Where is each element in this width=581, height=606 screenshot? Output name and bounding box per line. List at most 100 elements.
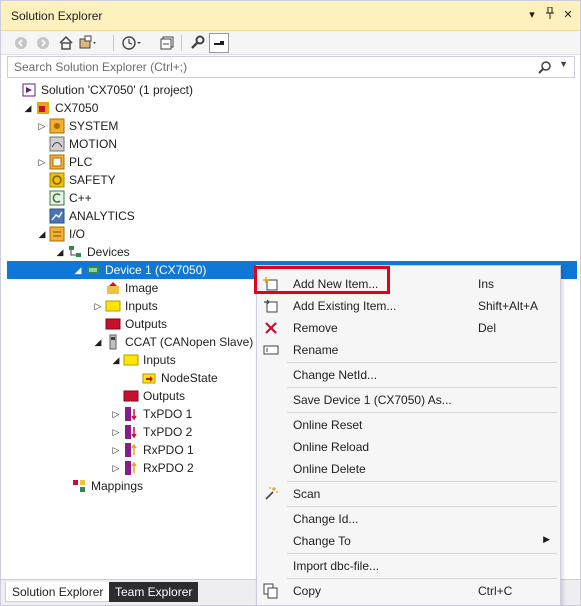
mappings-icon <box>71 478 87 494</box>
context-menu: Add New Item... Ins Add Existing Item...… <box>256 265 561 606</box>
highlight-box <box>254 266 390 294</box>
toolbar <box>1 31 580 55</box>
tree-node-rxpdo-2[interactable]: ▷ RxPDO 2 <box>109 459 194 477</box>
device-icon <box>85 262 101 278</box>
collapsed-arrow-icon[interactable]: ▷ <box>35 117 49 135</box>
tree-node-cpp[interactable]: C++ <box>35 189 92 207</box>
tree-node-safety[interactable]: SAFETY <box>35 171 116 189</box>
tree-node-label: Device 1 (CX7050) <box>105 263 207 277</box>
tree-node-outputs[interactable]: Outputs <box>91 315 167 333</box>
menu-item-change-id[interactable]: Change Id... <box>257 508 560 530</box>
collapsed-arrow-icon[interactable]: ▷ <box>109 423 123 441</box>
tree-node-label: Inputs <box>143 353 176 367</box>
menu-item-label: Change Id... <box>293 512 359 526</box>
tree-node-system[interactable]: ▷ SYSTEM <box>35 117 118 135</box>
history-icon[interactable] <box>121 33 141 53</box>
tree-node-label: Image <box>125 281 159 295</box>
collapsed-arrow-icon[interactable]: ▷ <box>109 459 123 477</box>
rxpdo-icon <box>123 442 139 458</box>
menu-item-save-device-as[interactable]: Save Device 1 (CX7050) As... <box>257 389 560 411</box>
tree-node-plc[interactable]: ▷ PLC <box>35 153 92 171</box>
menu-item-shortcut: Shift+Alt+A <box>478 299 539 313</box>
properties-icon[interactable] <box>187 33 207 53</box>
menu-item-import-dbc-file[interactable]: Import dbc-file... <box>257 555 560 577</box>
cpp-icon <box>49 190 65 206</box>
tab-team-explorer[interactable]: Team Explorer <box>109 582 199 602</box>
tab-solution-explorer[interactable]: Solution Explorer <box>5 582 111 602</box>
copy-icon <box>263 583 279 599</box>
tree-node-label: C++ <box>69 191 92 205</box>
menu-item-add-existing-item[interactable]: Add Existing Item... Shift+Alt+A <box>257 295 560 317</box>
tree-node-ccat[interactable]: ◢ CCAT (CANopen Slave) <box>91 333 253 351</box>
system-icon <box>49 118 65 134</box>
tree-node-image[interactable]: Image <box>91 279 158 297</box>
window-position-dropdown-icon[interactable]: ▾ <box>524 7 540 23</box>
tree-node-arrow <box>127 369 141 387</box>
tree-node-txpdo-1[interactable]: ▷ TxPDO 1 <box>109 405 192 423</box>
tree-node-mappings[interactable]: Mappings <box>57 477 143 495</box>
menu-item-change-to[interactable]: Change To ▶ <box>257 530 560 552</box>
tree-node-devices[interactable]: ◢ Devices <box>53 243 130 261</box>
menu-item-online-reload[interactable]: Online Reload <box>257 436 560 458</box>
menu-separator <box>287 506 557 507</box>
search-options-dropdown-icon[interactable]: ▼ <box>559 59 568 69</box>
menu-item-label: Change To <box>293 534 351 548</box>
project-icon <box>35 100 51 116</box>
tree-node-inputs[interactable]: ▷ Inputs <box>91 297 158 315</box>
menu-separator <box>287 578 557 579</box>
txpdo-icon <box>123 406 139 422</box>
collapsed-arrow-icon[interactable]: ▷ <box>109 405 123 423</box>
menu-item-label: Online Delete <box>293 462 366 476</box>
menu-item-online-reset[interactable]: Online Reset <box>257 414 560 436</box>
tree-node-label: NodeState <box>161 371 218 385</box>
switch-views-icon[interactable] <box>79 33 99 53</box>
expanded-arrow-icon[interactable]: ◢ <box>71 261 85 279</box>
home-icon[interactable] <box>56 33 76 53</box>
outputs-icon <box>123 388 139 404</box>
menu-item-copy[interactable]: Copy Ctrl+C <box>257 580 560 602</box>
forward-icon[interactable] <box>33 33 53 53</box>
collapse-all-icon[interactable] <box>157 33 177 53</box>
image-icon <box>105 280 121 296</box>
io-icon <box>49 226 65 242</box>
menu-item-change-netid[interactable]: Change NetId... <box>257 364 560 386</box>
menu-item-label: Rename <box>293 343 339 357</box>
preview-icon[interactable] <box>209 33 229 53</box>
tree-node-label: SAFETY <box>69 173 116 187</box>
close-icon[interactable]: ✕ <box>560 7 576 23</box>
tree-node-analytics[interactable]: ANALYTICS <box>35 207 135 225</box>
auto-hide-pin-icon[interactable] <box>542 6 558 23</box>
tree-node-label: I/O <box>69 227 86 241</box>
collapsed-arrow-icon[interactable]: ▷ <box>35 153 49 171</box>
search-icon[interactable] <box>538 60 552 77</box>
tree-node-rxpdo-1[interactable]: ▷ RxPDO 1 <box>109 441 194 459</box>
menu-item-rename[interactable]: Rename <box>257 339 560 361</box>
tree-node-txpdo-2[interactable]: ▷ TxPDO 2 <box>109 423 192 441</box>
tree-node-ccat-outputs[interactable]: Outputs <box>109 387 185 405</box>
tree-node-label: Outputs <box>143 389 186 403</box>
tree-node-arrow <box>109 387 123 405</box>
tree-node-label: Outputs <box>125 317 168 331</box>
collapsed-arrow-icon[interactable]: ▷ <box>91 297 105 315</box>
expanded-arrow-icon[interactable]: ◢ <box>53 243 67 261</box>
expanded-arrow-icon[interactable]: ◢ <box>35 225 49 243</box>
tree-node-ccat-inputs[interactable]: ◢ Inputs <box>109 351 176 369</box>
menu-item-online-delete[interactable]: Online Delete <box>257 458 560 480</box>
menu-item-scan[interactable]: Scan <box>257 483 560 505</box>
tree-node-label: TxPDO 2 <box>143 425 193 439</box>
collapsed-arrow-icon[interactable]: ▷ <box>109 441 123 459</box>
tree-node-label: PLC <box>69 155 93 169</box>
tree-node-motion[interactable]: MOTION <box>35 135 117 153</box>
menu-separator <box>287 387 557 388</box>
tree-node-io[interactable]: ◢ I/O <box>35 225 85 243</box>
tree-node-nodestate[interactable]: NodeState <box>127 369 218 387</box>
expanded-arrow-icon[interactable]: ◢ <box>21 99 35 117</box>
expanded-arrow-icon[interactable]: ◢ <box>109 351 123 369</box>
back-icon[interactable] <box>11 33 31 53</box>
expanded-arrow-icon[interactable]: ◢ <box>91 333 105 351</box>
tree-node-cx7050[interactable]: ◢ CX7050 <box>21 99 99 117</box>
tree-node-solution[interactable]: Solution 'CX7050' (1 project) <box>7 81 193 99</box>
search-input[interactable] <box>8 57 538 77</box>
menu-separator <box>287 481 557 482</box>
menu-item-remove[interactable]: Remove Del <box>257 317 560 339</box>
